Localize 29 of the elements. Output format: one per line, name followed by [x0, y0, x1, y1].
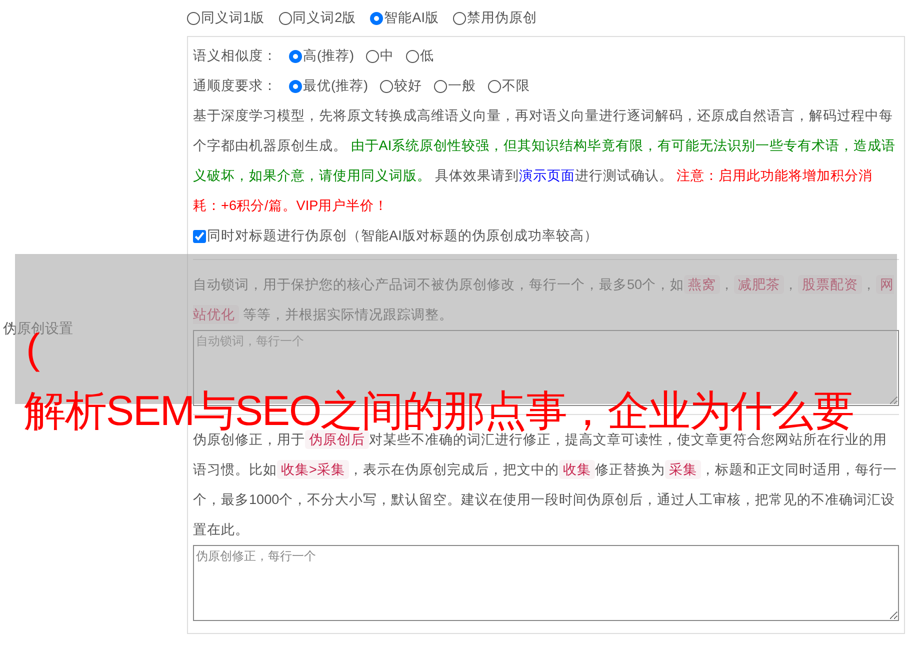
field-label: 语义相似度：: [193, 47, 277, 65]
description-text: 基于深度学习模型，先将原文转换成高维语义向量，再对语义向量进行逐词解码，还原成自然语言，解码过程中每个字都由机器原创生成。 由于AI系统原创性较强，但其知识结构毕竟有限，有可能无法识别一些专有术语，造成语义破坏，如果介意，请使用同义词版。 具体效果请到演示页面进行测试确认。 注意：启用此功能将增加积分消耗：+6积分/篇。VIP用户半价！: [193, 107, 897, 215]
radio-button[interactable]: [366, 50, 380, 62]
radio-label[interactable]: 一般: [448, 77, 476, 95]
field-label: 通顺度要求：: [193, 77, 277, 95]
radio-label[interactable]: 同义词1版: [201, 9, 265, 27]
radio-button[interactable]: [434, 80, 448, 92]
description-text: 自动锁词，用于保护您的核心产品词不被伪原创修改，每行一个，最多50个，如 燕窝 ， 减肥茶 ， 股票配资 ， 网站优化 等等，并根据实际情况跟踪调整。: [193, 274, 896, 326]
radio-button[interactable]: [289, 50, 302, 62]
radio-label[interactable]: 较好: [394, 77, 422, 95]
radio-button[interactable]: [406, 50, 420, 62]
radio-label[interactable]: 中: [380, 47, 394, 65]
radio-label[interactable]: 不限: [502, 77, 530, 95]
radio-button[interactable]: [289, 80, 302, 92]
radio-button[interactable]: [380, 80, 394, 92]
checkbox[interactable]: [193, 230, 206, 242]
checkbox-label[interactable]: 同时对标题进行伪原创（智能AI版对标题的伪原创成功率较高）: [207, 227, 598, 245]
radio-button[interactable]: [370, 12, 384, 24]
radio-button[interactable]: [452, 12, 466, 24]
radio-label[interactable]: 低: [420, 47, 434, 65]
radio-button[interactable]: [187, 12, 200, 24]
radio-button[interactable]: [488, 80, 502, 92]
corrections-field[interactable]: 伪原创修正，每行一个: [193, 545, 899, 621]
radio-button[interactable]: [278, 12, 292, 24]
radio-label[interactable]: 最优(推荐): [303, 77, 368, 95]
radio-label[interactable]: 高(推荐): [303, 47, 354, 65]
radio-label[interactable]: 禁用伪原创: [466, 9, 537, 27]
radio-label[interactable]: 同义词2版: [292, 9, 356, 27]
radio-label[interactable]: 智能AI版: [384, 9, 439, 27]
